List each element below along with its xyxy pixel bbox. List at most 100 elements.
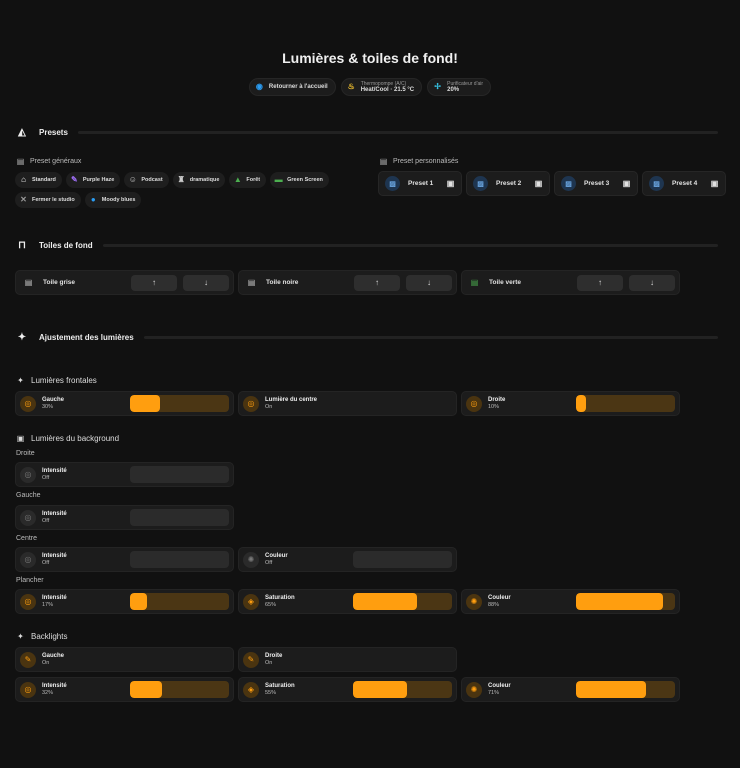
preset-button[interactable]: ✕ Fermer le studio bbox=[15, 192, 81, 208]
light-state: 55% bbox=[265, 690, 277, 696]
light-icon[interactable]: ◎ bbox=[20, 681, 36, 698]
brightness-slider[interactable] bbox=[130, 466, 229, 483]
light-card: ◈ Saturation 65% bbox=[238, 589, 457, 614]
light-icon[interactable]: ◎ bbox=[20, 509, 36, 526]
light-card: ◈ Saturation 55% bbox=[238, 677, 457, 702]
section-ajustement: ✦ Ajustement des lumières bbox=[15, 331, 718, 343]
light-state: 32% bbox=[42, 690, 54, 696]
theater-icon: ♜ bbox=[177, 175, 185, 184]
palette-icon[interactable]: ✺ bbox=[466, 681, 482, 698]
preset-button[interactable]: ● Moody blues bbox=[84, 192, 142, 208]
light-icon[interactable]: ◎ bbox=[20, 593, 36, 610]
light-icon[interactable]: ◎ bbox=[20, 466, 36, 483]
toile-label: Toile grise bbox=[43, 279, 76, 286]
header-chip[interactable]: ✢ Purificateur d'air 20% bbox=[427, 78, 492, 96]
light-info: Intensité 17% bbox=[42, 595, 124, 608]
light-icon[interactable]: ◎ bbox=[20, 551, 36, 568]
light-icon[interactable]: ◎ bbox=[466, 395, 482, 412]
preset-button[interactable]: ☺ Podcast bbox=[124, 172, 169, 188]
light-card: ✺ Couleur 71% bbox=[461, 677, 680, 702]
preset-button[interactable]: ✎ Purple Haze bbox=[65, 172, 121, 188]
image-icon: ▨ bbox=[385, 176, 400, 191]
section-title: Toiles de fond bbox=[39, 241, 93, 250]
divider bbox=[102, 244, 718, 247]
slider-fill bbox=[130, 395, 160, 412]
light-state: On bbox=[265, 660, 273, 666]
custom-preset-card[interactable]: ▨ Preset 3 ▣ bbox=[554, 171, 638, 196]
group-backlights: ✦ Backlights bbox=[16, 632, 67, 641]
save-icon[interactable]: ▣ bbox=[710, 179, 719, 188]
brightness-slider[interactable] bbox=[576, 593, 675, 610]
preset-button[interactable]: ⌂ Standard bbox=[15, 172, 62, 188]
brightness-slider[interactable] bbox=[130, 681, 229, 698]
custom-preset-card[interactable]: ▨ Preset 4 ▣ bbox=[642, 171, 726, 196]
slider-fill bbox=[130, 593, 147, 610]
light-name: Droite bbox=[265, 653, 283, 659]
lower-button[interactable]: ↓ bbox=[183, 274, 229, 291]
light-name: Couleur bbox=[488, 595, 511, 601]
preset-button[interactable]: ▲ Forêt bbox=[229, 172, 267, 188]
save-icon[interactable]: ▣ bbox=[534, 179, 543, 188]
header-chip[interactable]: ◉ Retourner à l'accueil bbox=[248, 78, 336, 96]
preset-label: Preset 2 bbox=[496, 180, 522, 187]
light-card: ◎ Intensité Off bbox=[15, 505, 234, 530]
spotlight-icon: ✦ bbox=[17, 331, 27, 343]
raise-button[interactable]: ↑ bbox=[131, 274, 177, 291]
light-icon[interactable]: ◎ bbox=[243, 395, 259, 412]
brightness-slider[interactable] bbox=[130, 509, 229, 526]
preset-label: Fermer le studio bbox=[32, 197, 75, 203]
header-chip[interactable]: ♨ Thermopompe (A/C) Heat/Cool · 21.5 °C bbox=[340, 78, 423, 96]
saturation-icon[interactable]: ◈ bbox=[243, 681, 259, 698]
brightness-slider[interactable] bbox=[130, 395, 229, 412]
slider-fill bbox=[576, 593, 664, 610]
light-info: Gauche 30% bbox=[42, 397, 124, 410]
custom-preset-card[interactable]: ▨ Preset 2 ▣ bbox=[466, 171, 550, 196]
raise-button[interactable]: ↑ bbox=[354, 274, 400, 291]
brightness-slider[interactable] bbox=[130, 593, 229, 610]
light-info: Couleur Off bbox=[265, 553, 347, 566]
palette-icon[interactable]: ✺ bbox=[466, 593, 482, 610]
spotlight-icon: ✦ bbox=[17, 631, 24, 641]
light-card: ✺ Couleur 88% bbox=[461, 589, 680, 614]
home-circle-icon: ◉ bbox=[255, 82, 263, 91]
presets-icon: ◭ bbox=[18, 126, 26, 138]
label: Preset généraux bbox=[30, 158, 82, 165]
lower-button[interactable]: ↓ bbox=[629, 274, 675, 291]
custom-preset-card[interactable]: ▨ Preset 1 ▣ bbox=[378, 171, 462, 196]
palette-icon[interactable]: ✺ bbox=[243, 551, 259, 568]
saturation-icon[interactable]: ◈ bbox=[243, 593, 259, 610]
toile-card: ▤ Toile verte ↑ ↓ bbox=[461, 270, 680, 295]
brightness-slider[interactable] bbox=[576, 681, 675, 698]
brightness-slider[interactable] bbox=[353, 593, 452, 610]
light-info: Lumière du centre On bbox=[265, 397, 347, 410]
preset-icon: ▤ bbox=[379, 156, 388, 166]
light-info: Couleur 88% bbox=[488, 595, 570, 608]
preset-label: Forêt bbox=[246, 177, 261, 183]
spotlight-icon[interactable]: ✎ bbox=[243, 651, 259, 668]
raise-button[interactable]: ↑ bbox=[577, 274, 623, 291]
lower-button[interactable]: ↓ bbox=[406, 274, 452, 291]
home-icon: ⌂ bbox=[21, 175, 26, 184]
slider-fill bbox=[353, 681, 408, 698]
subgroup-label: Droite bbox=[16, 450, 35, 457]
brightness-slider[interactable] bbox=[130, 551, 229, 568]
brightness-slider[interactable] bbox=[353, 551, 452, 568]
brightness-slider[interactable] bbox=[353, 681, 452, 698]
preset-button[interactable]: ▬ Green Screen bbox=[270, 172, 329, 188]
light-info: Droite 10% bbox=[488, 397, 570, 410]
light-name: Intensité bbox=[42, 683, 67, 689]
preset-button[interactable]: ♜ dramatique bbox=[172, 172, 226, 188]
light-icon[interactable]: ◎ bbox=[20, 395, 36, 412]
group-frontales: ✦ Lumières frontales bbox=[16, 376, 97, 385]
page-title: Lumières & toiles de fond! bbox=[282, 50, 458, 66]
projector-screen-icon: ⊓ bbox=[18, 239, 26, 251]
brightness-slider[interactable] bbox=[576, 395, 675, 412]
spotlight-icon[interactable]: ✎ bbox=[20, 651, 36, 668]
preset-label: Purple Haze bbox=[82, 177, 115, 183]
save-icon[interactable]: ▣ bbox=[622, 179, 631, 188]
group-title: Lumières frontales bbox=[31, 376, 97, 385]
light-name: Lumière du centre bbox=[265, 397, 318, 403]
blue-circle-icon: ● bbox=[90, 195, 96, 204]
save-icon[interactable]: ▣ bbox=[446, 179, 455, 188]
light-card: ◎ Lumière du centre On bbox=[238, 391, 457, 416]
